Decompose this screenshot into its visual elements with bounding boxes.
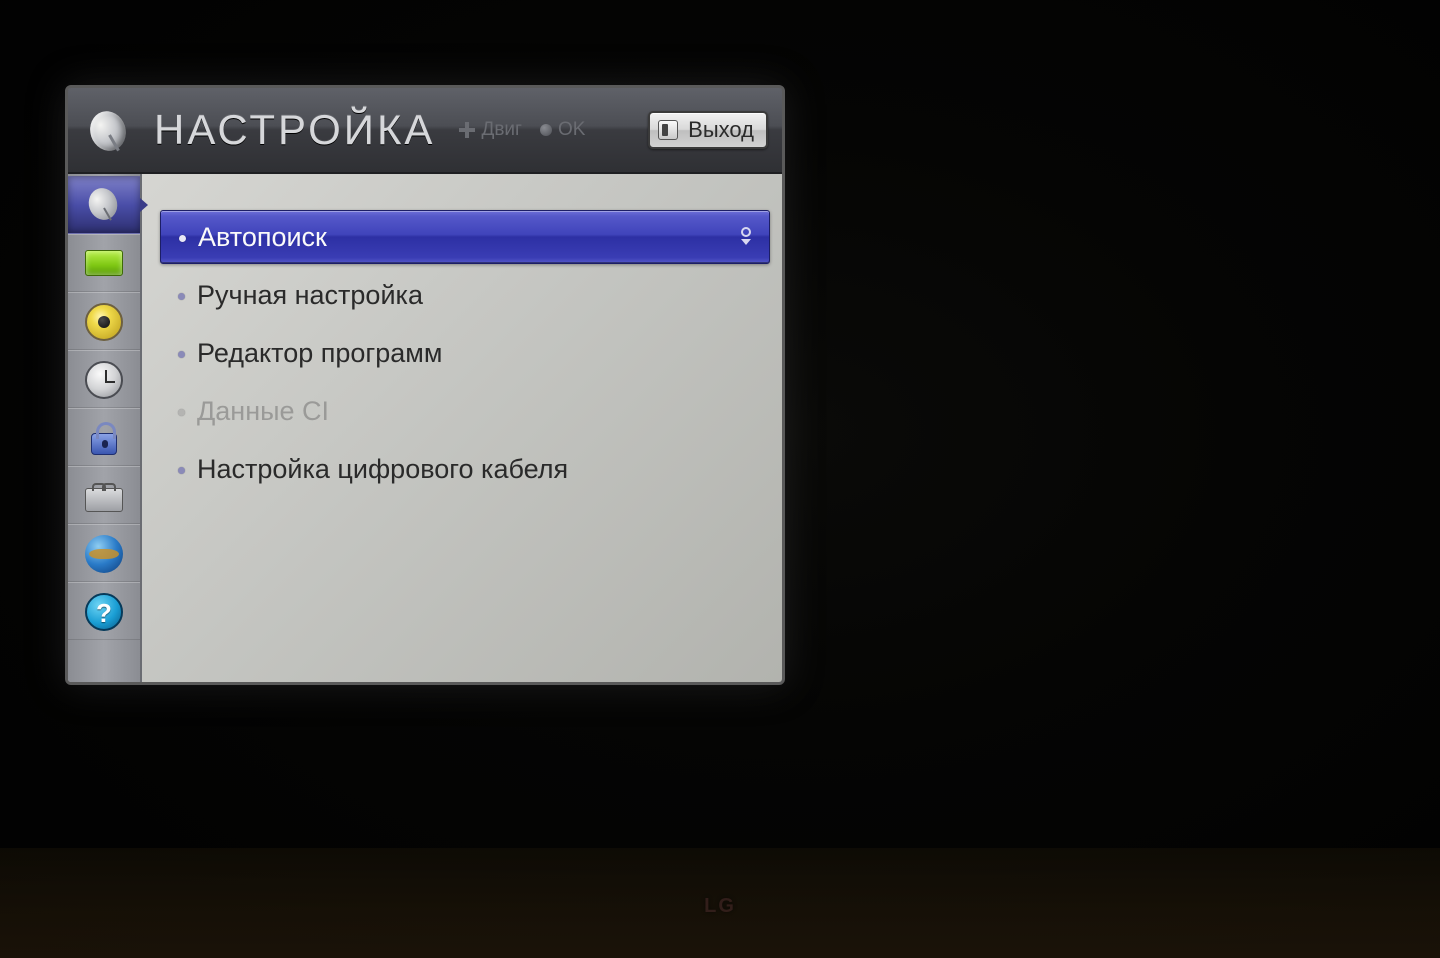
satellite-dish-icon [78, 99, 140, 161]
menu-item-programme-edit[interactable]: Редактор программ [160, 326, 770, 380]
menu-item-label: Автопоиск [198, 222, 327, 253]
clock-icon [85, 361, 123, 399]
header-hints: Двиг OK [459, 119, 648, 141]
bullet-icon [178, 467, 185, 474]
sidebar-item-lock[interactable] [68, 408, 140, 466]
menu-item-manual-tuning[interactable]: Ручная настройка [160, 268, 770, 322]
hint-ok-label: OK [558, 119, 585, 141]
osd-body: ? Автопоиск Ручная настройка Реда [68, 174, 782, 682]
page-title: НАСТРОЙКА [154, 106, 435, 154]
hint-move: Двиг [459, 119, 522, 141]
sidebar-item-audio[interactable] [68, 292, 140, 350]
tv-brand-logo: LG [704, 895, 736, 918]
menu-item-ci-information: Данные CI [160, 384, 770, 438]
globe-icon [85, 535, 123, 573]
menu-item-cable-dtv-setting[interactable]: Настройка цифрового кабеля [160, 442, 770, 496]
bullet-icon [178, 409, 185, 416]
sidebar-item-time[interactable] [68, 350, 140, 408]
hint-ok: OK [540, 119, 585, 141]
exit-button[interactable]: Выход [648, 111, 768, 149]
bullet-icon [179, 235, 186, 242]
speaker-icon [85, 303, 123, 341]
dpad-icon [459, 122, 475, 138]
osd-window: НАСТРОЙКА Двиг OK Выход [65, 85, 785, 685]
sidebar-item-option[interactable] [68, 466, 140, 524]
sidebar-item-support[interactable]: ? [68, 582, 140, 640]
help-icon: ? [85, 593, 123, 631]
osd-header: НАСТРОЙКА Двиг OK Выход [68, 88, 782, 174]
sidebar: ? [68, 174, 142, 682]
hint-move-label: Двиг [481, 119, 522, 141]
sidebar-item-picture[interactable] [68, 234, 140, 292]
exit-key-icon [658, 120, 678, 140]
menu-item-label: Настройка цифрового кабеля [197, 454, 568, 485]
sidebar-item-setup[interactable] [68, 176, 140, 234]
menu-item-auto-tuning[interactable]: Автопоиск [160, 210, 770, 264]
enter-icon [739, 227, 753, 247]
bullet-icon [178, 293, 185, 300]
satellite-dish-icon [83, 184, 125, 226]
menu-item-label: Данные CI [197, 396, 329, 427]
menu-item-label: Ручная настройка [197, 280, 423, 311]
lock-icon [91, 433, 117, 455]
toolbox-icon [85, 488, 123, 512]
sidebar-item-network[interactable] [68, 524, 140, 582]
content-panel: Автопоиск Ручная настройка Редактор прог… [142, 174, 782, 682]
ok-dot-icon [540, 124, 552, 136]
exit-button-label: Выход [688, 117, 754, 143]
menu-item-label: Редактор программ [197, 338, 442, 369]
scene: LG НАСТРОЙКА Двиг OK Выход [0, 0, 1440, 958]
picture-icon [83, 242, 125, 284]
bullet-icon [178, 351, 185, 358]
